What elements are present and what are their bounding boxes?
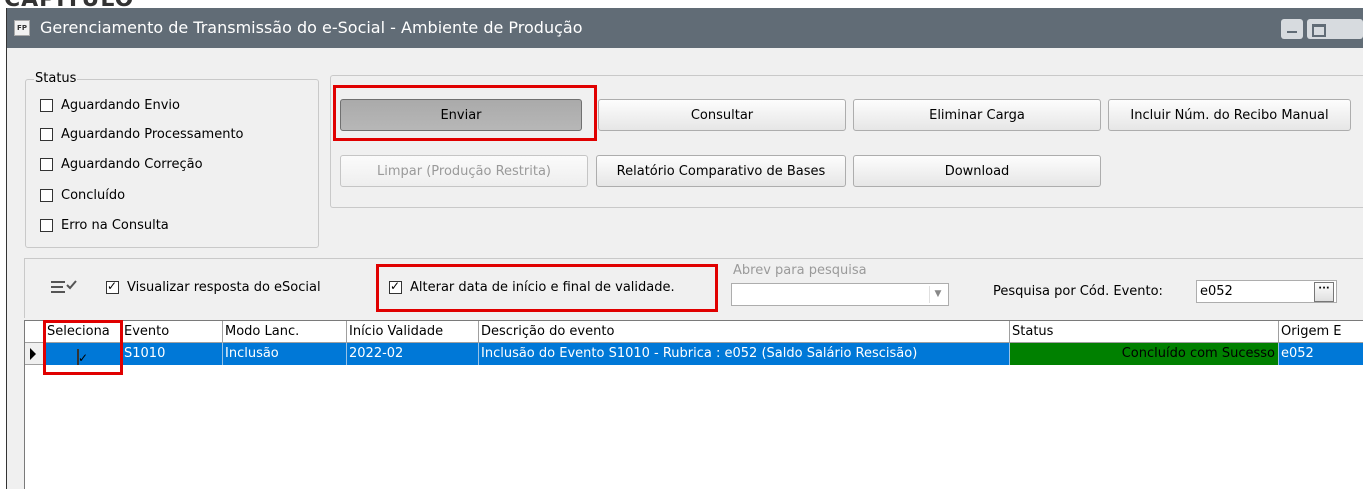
- column-header-evento[interactable]: Evento: [122, 321, 223, 343]
- status-concluido[interactable]: Concluído: [40, 188, 125, 203]
- maximize-button[interactable]: [1307, 19, 1363, 39]
- cell-status-success: Concluído com Sucesso: [1010, 343, 1279, 365]
- title-bar: FP Gerenciamento de Transmissão do e-Soc…: [7, 8, 1363, 48]
- abrev-combobox[interactable]: ▼: [731, 283, 949, 306]
- consultar-button[interactable]: Consultar: [598, 99, 846, 131]
- status-legend: Status: [34, 71, 78, 86]
- app-icon: FP: [14, 20, 30, 36]
- limpar-button[interactable]: Limpar (Produção Restrita): [340, 155, 588, 187]
- status-aguardando-correcao[interactable]: Aguardando Correção: [40, 157, 203, 172]
- eliminar-carga-button[interactable]: Eliminar Carga: [853, 99, 1101, 131]
- highlight-box-seleciona: [43, 320, 123, 375]
- column-header-origem[interactable]: Origem E: [1279, 321, 1363, 343]
- status-aguardando-envio[interactable]: Aguardando Envio: [40, 98, 180, 113]
- highlight-box-enviar: [333, 85, 597, 141]
- checkbox-icon[interactable]: [40, 219, 53, 232]
- status-label: Erro na Consulta: [61, 218, 169, 233]
- pesquisa-label: Pesquisa por Cód. Evento:: [993, 284, 1163, 299]
- highlight-box-alterar-data: [376, 264, 718, 312]
- ellipsis-button[interactable]: ···: [1314, 282, 1334, 302]
- cell-inicio: 2022-02: [347, 343, 479, 365]
- download-button[interactable]: Download: [853, 155, 1101, 187]
- checkbox-icon[interactable]: [40, 189, 53, 202]
- column-header-inicio-validade[interactable]: Início Validade: [347, 321, 479, 343]
- column-header-modo-lanc[interactable]: Modo Lanc.: [223, 321, 347, 343]
- events-grid: Seleciona Evento Modo Lanc. Início Valid…: [24, 320, 1363, 489]
- column-header-descricao[interactable]: Descrição do evento: [479, 321, 1010, 343]
- clipped-heading-text: CAPÍTULO: [4, 0, 134, 8]
- status-aguardando-processamento[interactable]: Aguardando Processamento: [40, 127, 244, 142]
- relatorio-button[interactable]: Relatório Comparativo de Bases: [596, 155, 846, 187]
- chevron-down-icon[interactable]: ▼: [929, 286, 946, 303]
- status-label: Aguardando Correção: [61, 157, 203, 172]
- row-indicator-icon[interactable]: [25, 343, 45, 365]
- status-erro-consulta[interactable]: Erro na Consulta: [40, 218, 169, 233]
- pesquisa-value: e052: [1200, 284, 1233, 299]
- checkbox-checked-icon[interactable]: [106, 279, 119, 294]
- status-label: Aguardando Processamento: [61, 127, 244, 142]
- incluir-recibo-button[interactable]: Incluir Núm. do Recibo Manual: [1108, 99, 1351, 131]
- cell-modo: Inclusão: [223, 343, 347, 365]
- checkbox-icon[interactable]: [40, 128, 53, 141]
- grid-header-corner: [25, 321, 45, 343]
- visualizar-resposta-checkbox[interactable]: Visualizar resposta do eSocial: [106, 279, 321, 295]
- checkbox-icon[interactable]: [40, 99, 53, 112]
- list-settings-icon[interactable]: [50, 276, 78, 296]
- cell-evento: S1010: [122, 343, 223, 365]
- column-header-status[interactable]: Status: [1010, 321, 1279, 343]
- clipped-heading: CAPÍTULO: [0, 0, 1363, 8]
- table-row[interactable]: S1010 Inclusão 2022-02 Inclusão do Event…: [45, 343, 1363, 365]
- visualizar-resposta-label: Visualizar resposta do eSocial: [127, 280, 321, 295]
- status-label: Concluído: [61, 188, 126, 203]
- minimize-button[interactable]: [1281, 19, 1303, 39]
- window-title: Gerenciamento de Transmissão do e-Social…: [40, 18, 583, 37]
- checkbox-icon[interactable]: [40, 158, 53, 171]
- cell-descricao: Inclusão do Evento S1010 - Rubrica : e05…: [479, 343, 1010, 365]
- abrev-label: Abrev para pesquisa: [733, 263, 867, 278]
- status-label: Aguardando Envio: [61, 98, 180, 113]
- cell-origem: e052: [1281, 346, 1314, 361]
